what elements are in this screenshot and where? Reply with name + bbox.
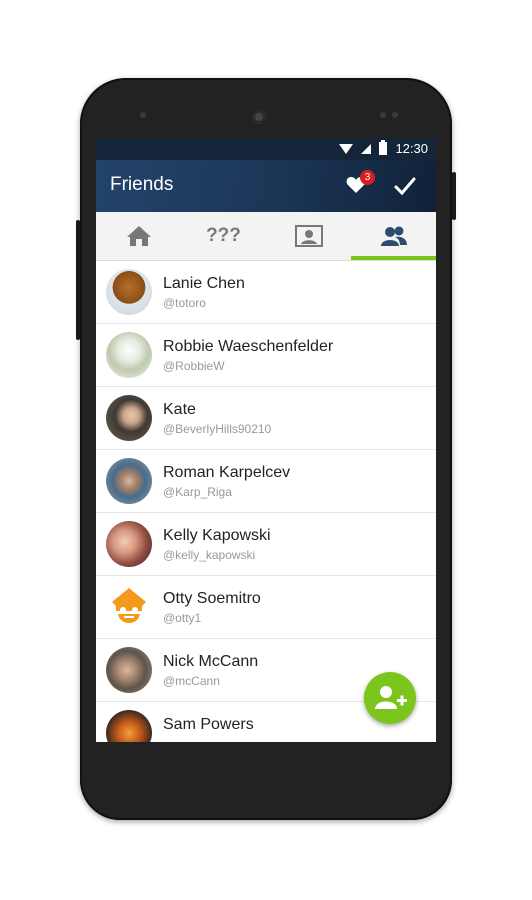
people-icon [380,226,407,246]
friend-handle: @totoro [163,296,206,310]
status-bar: 12:30 [96,138,436,160]
signal-icon [361,143,372,154]
avatar [106,458,152,504]
active-tab-indicator [351,256,436,260]
add-person-icon [375,686,407,709]
tab-mystery-label: ??? [206,225,241,246]
list-item[interactable]: Robbie Waeschenfelder @RobbieW [96,324,436,387]
friend-handle: @BeverlyHills90210 [163,422,272,436]
tab-mystery[interactable]: ??? [181,212,266,260]
friend-handle: @RobbieW [163,359,225,373]
status-time: 12:30 [395,141,428,156]
wifi-icon [339,143,354,154]
front-camera [140,112,146,118]
friend-name: Kate [163,401,196,418]
friend-handle: @mcCann [163,674,220,688]
friend-name: Robbie Waeschenfelder [163,338,334,355]
add-friend-button[interactable] [364,672,416,724]
avatar [106,584,152,630]
home-icon [126,226,151,246]
earpiece-speaker [252,110,266,124]
avatar [106,521,152,567]
friend-name: Lanie Chen [163,275,245,292]
screen: 12:30 Friends 3 ??? Lanie Chen @totoro R… [96,138,436,742]
checkmark-icon [394,177,416,196]
tab-friends[interactable] [351,212,436,260]
light-sensor [392,112,398,118]
friend-name: Roman Karpelcev [163,464,291,481]
done-button[interactable] [393,176,417,196]
tab-bar: ??? [96,212,436,261]
avatar [106,647,152,693]
friend-name: Nick McCann [163,653,259,670]
friend-handle: @Karp_Riga [163,485,232,499]
battery-icon [379,140,388,155]
avatar [106,710,152,742]
list-item[interactable]: Roman Karpelcev @Karp_Riga [96,450,436,513]
avatar [106,332,152,378]
notification-badge: 3 [360,170,375,185]
proximity-sensor [380,112,386,118]
contact-card-icon [294,225,323,247]
friend-name: Kelly Kapowski [163,527,271,544]
friend-name: Otty Soemitro [163,590,261,607]
friend-handle: @otty1 [163,611,202,625]
favorites-button[interactable]: 3 [346,170,375,198]
volume-button [76,220,80,340]
otty-illustration [112,588,146,623]
avatar [106,269,152,315]
friend-handle: @kelly_kapowski [163,548,256,562]
list-item[interactable]: Otty Soemitro @otty1 [96,576,436,639]
app-bar: Friends 3 [96,160,436,212]
avatar [106,395,152,441]
list-item[interactable]: Lanie Chen @totoro [96,261,436,324]
power-button [452,172,456,220]
tab-profile[interactable] [266,212,351,260]
page-title: Friends [110,174,174,195]
list-item[interactable]: Kate @BeverlyHills90210 [96,387,436,450]
friend-name: Sam Powers [163,716,254,733]
tab-home[interactable] [96,212,181,260]
list-item[interactable]: Kelly Kapowski @kelly_kapowski [96,513,436,576]
